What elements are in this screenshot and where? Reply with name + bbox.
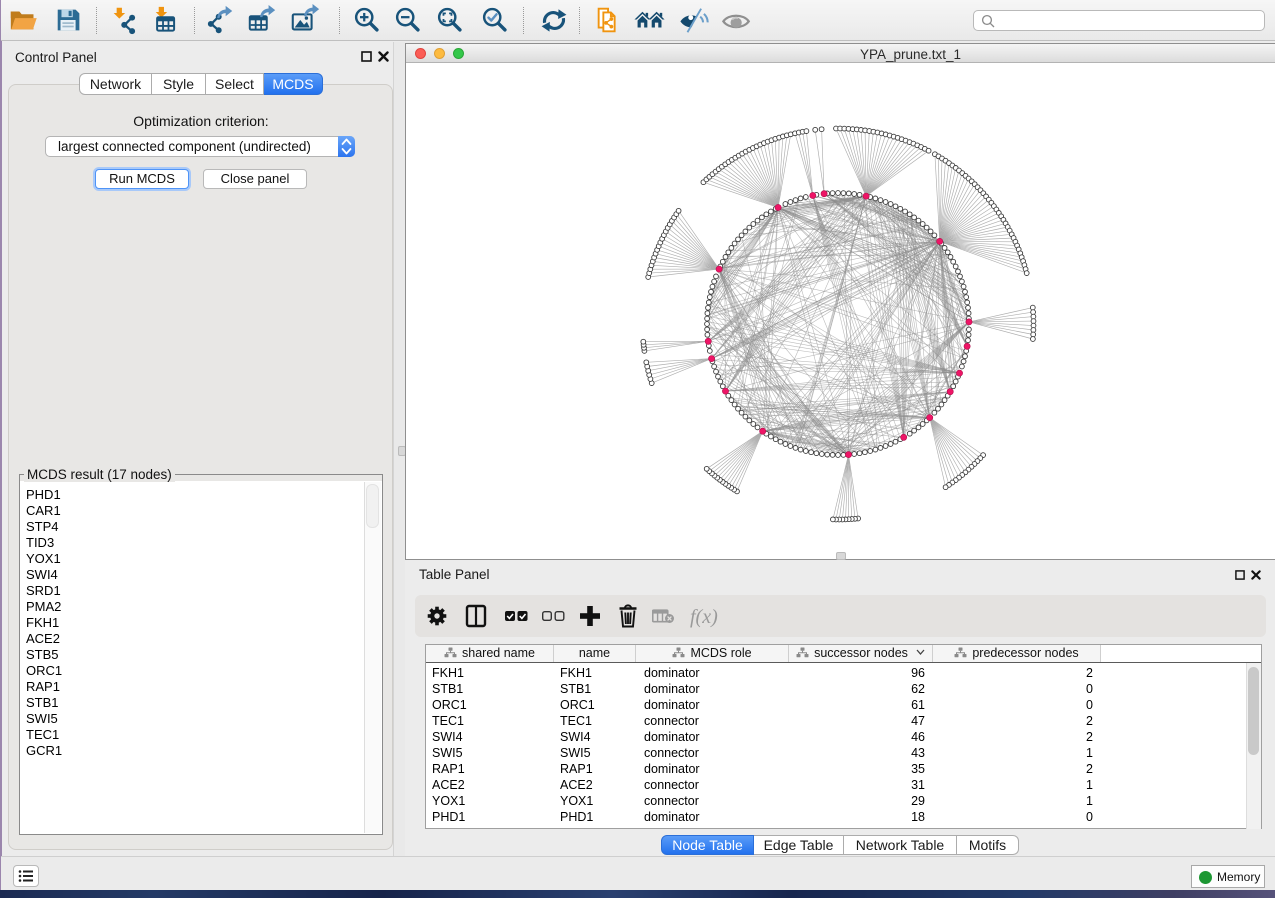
svg-text:f(x): f(x) bbox=[690, 606, 718, 628]
